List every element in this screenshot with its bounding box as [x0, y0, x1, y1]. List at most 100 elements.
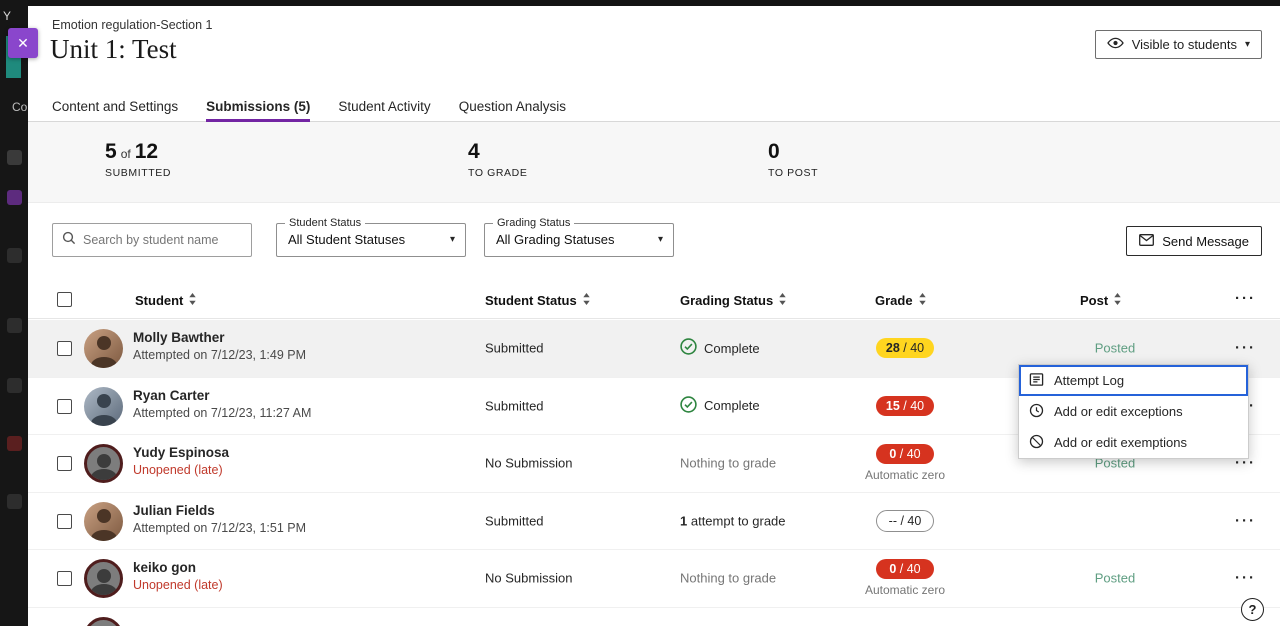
- help-button[interactable]: ?: [1241, 598, 1264, 621]
- collapsed-sidebar: Y Co: [0, 0, 28, 626]
- grade-cell: 0 / 40 Automatic zero: [845, 444, 965, 482]
- row-checkbox[interactable]: [57, 399, 72, 414]
- tab-0[interactable]: Content and Settings: [52, 91, 178, 121]
- search-input[interactable]: [83, 233, 243, 247]
- student-status-cell: No Submission: [485, 456, 572, 471]
- student-name-block: Molly Bawther Attempted on 7/12/23, 1:49…: [133, 330, 306, 362]
- tab-2[interactable]: Student Activity: [338, 91, 430, 121]
- stat-label: SUBMITTED: [105, 167, 171, 179]
- grading-status-cell: 1 attempt to grade: [680, 513, 786, 528]
- stat-value: 0: [768, 140, 780, 164]
- stat-value: 5: [105, 140, 117, 164]
- chevron-down-icon: ▾: [1245, 39, 1250, 50]
- table-row: Julian Fields Attempted on 7/12/23, 1:51…: [28, 493, 1280, 551]
- tab-3[interactable]: Question Analysis: [459, 91, 566, 121]
- column-header-grade[interactable]: Grade: [875, 293, 927, 308]
- attempt-detail: Attempted on 7/12/23, 1:51 PM: [133, 521, 306, 535]
- grade-pill[interactable]: 15 / 40: [876, 396, 934, 416]
- stat-submitted: 5 of12 SUBMITTED: [105, 140, 171, 179]
- table-header: ··· Student Student Status Grading Statu…: [28, 288, 1280, 319]
- grading-status-cell: Complete: [680, 396, 760, 416]
- send-message-button[interactable]: Send Message: [1126, 226, 1262, 256]
- grade-pill[interactable]: 0 / 40: [876, 559, 934, 579]
- row-checkbox[interactable]: [57, 571, 72, 586]
- avatar: [84, 559, 123, 598]
- attempt-detail: Unopened (late): [133, 578, 223, 592]
- chevron-down-icon: ▾: [658, 234, 663, 245]
- sort-icon: [188, 293, 197, 308]
- table-row-partial: [28, 608, 1280, 626]
- row-checkbox[interactable]: [57, 341, 72, 356]
- grade-pill[interactable]: -- / 40: [876, 510, 934, 532]
- row-overflow-menu-button[interactable]: ···: [1235, 570, 1256, 587]
- stat-value: 4: [468, 140, 480, 164]
- chevron-down-icon: ▾: [450, 234, 455, 245]
- student-search: [52, 223, 252, 257]
- menu-item-add-or-edit-exceptions[interactable]: Add or edit exceptions: [1019, 396, 1248, 427]
- menu-item-label: Attempt Log: [1054, 373, 1124, 388]
- grade-pill[interactable]: 28 / 40: [876, 338, 934, 358]
- sidebar-icon-5: [7, 378, 22, 393]
- student-name: keiko gon: [133, 560, 223, 575]
- avatar: [84, 329, 123, 368]
- column-header-post[interactable]: Post: [1080, 293, 1122, 308]
- row-overflow-menu-button[interactable]: ···: [1235, 340, 1256, 357]
- ban-icon: [1029, 434, 1044, 452]
- menu-item-label: Add or edit exemptions: [1054, 435, 1187, 450]
- student-name-block: keiko gon Unopened (late): [133, 560, 223, 592]
- stat-label: TO POST: [768, 167, 818, 179]
- student-status-cell: Submitted: [485, 341, 544, 356]
- stat-to-post: 0 TO POST: [768, 140, 818, 179]
- tab-bar: Content and Settings Submissions (5) Stude…: [28, 91, 1280, 122]
- clock-icon: [1029, 403, 1044, 421]
- attempt-detail: Attempted on 7/12/23, 11:27 AM: [133, 406, 311, 420]
- sidebar-icon-2: [7, 190, 22, 205]
- row-checkbox[interactable]: [57, 514, 72, 529]
- column-header-student[interactable]: Student: [135, 293, 197, 308]
- grading-status-cell: Nothing to grade: [680, 456, 776, 471]
- column-header-student-status[interactable]: Student Status: [485, 293, 591, 308]
- post-status: Posted: [1080, 571, 1150, 586]
- menu-item-attempt-log[interactable]: Attempt Log: [1019, 365, 1248, 396]
- grade-cell: 0 / 40 Automatic zero: [845, 559, 965, 597]
- visibility-label: Visible to students: [1132, 37, 1237, 52]
- question-mark-icon: ?: [1249, 602, 1257, 617]
- search-icon: [62, 231, 76, 250]
- grade-cell: 15 / 40: [845, 396, 965, 416]
- student-status-cell: No Submission: [485, 571, 572, 586]
- post-status: Posted: [1080, 341, 1150, 356]
- sidebar-icon-7: [7, 494, 22, 509]
- visibility-dropdown-button[interactable]: Visible to students ▾: [1095, 30, 1262, 59]
- column-header-grading-status[interactable]: Grading Status: [680, 293, 787, 308]
- complete-check-icon: [680, 338, 697, 358]
- student-name-block: Ryan Carter Attempted on 7/12/23, 11:27 …: [133, 388, 311, 420]
- grade-note: Automatic zero: [845, 583, 965, 597]
- tab-1[interactable]: Submissions (5): [206, 91, 310, 121]
- grade-note: Automatic zero: [845, 468, 965, 482]
- student-status-select[interactable]: Student Status All Student Statuses ▾: [276, 223, 466, 257]
- select-all-checkbox[interactable]: [57, 292, 72, 307]
- student-name-block: Yudy Espinosa Unopened (late): [133, 445, 229, 477]
- sidebar-icon-4: [7, 318, 22, 333]
- grade-pill[interactable]: 0 / 40: [876, 444, 934, 464]
- avatar: [84, 502, 123, 541]
- student-status-cell: Submitted: [485, 513, 544, 528]
- stat-to-grade: 4 TO GRADE: [468, 140, 527, 179]
- student-name-block: Julian Fields Attempted on 7/12/23, 1:51…: [133, 503, 306, 535]
- menu-item-add-or-edit-exemptions[interactable]: Add or edit exemptions: [1019, 427, 1248, 458]
- row-checkbox[interactable]: [57, 456, 72, 471]
- row-context-menu: Attempt Log Add or edit exceptions Add o…: [1018, 364, 1249, 459]
- row-overflow-menu-button[interactable]: ···: [1235, 512, 1256, 529]
- table-row: keiko gon Unopened (late) No Submission …: [28, 550, 1280, 608]
- log-icon: [1029, 372, 1044, 390]
- student-name: Molly Bawther: [133, 330, 306, 345]
- sidebar-icon-6: [7, 436, 22, 451]
- menu-item-label: Add or edit exceptions: [1054, 404, 1183, 419]
- close-panel-button[interactable]: ✕: [8, 28, 38, 58]
- avatar: [84, 617, 123, 626]
- grading-status-select[interactable]: Grading Status All Grading Statuses ▾: [484, 223, 674, 257]
- page-title: Unit 1: Test: [50, 34, 177, 65]
- complete-check-icon: [680, 396, 697, 416]
- table-options-menu-button[interactable]: ···: [1235, 290, 1256, 307]
- student-name: Yudy Espinosa: [133, 445, 229, 460]
